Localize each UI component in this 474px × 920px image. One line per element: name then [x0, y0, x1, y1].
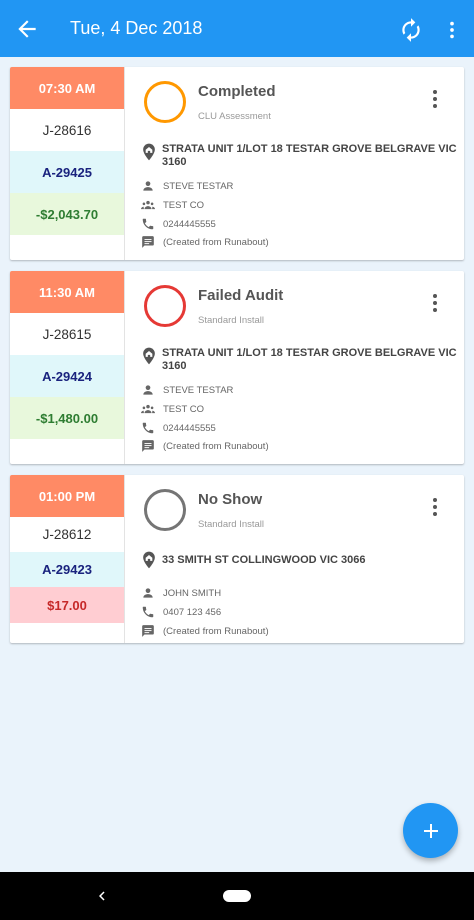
job-summary-column: 11:30 AM J-28615 A-29424 -$1,480.00: [10, 271, 125, 464]
phone-number: 0244445555: [163, 218, 216, 230]
job-card[interactable]: 01:00 PM J-28612 A-29423 $17.00 No Show …: [10, 475, 464, 643]
more-vert-icon[interactable]: [441, 17, 463, 43]
company-row: TEST CO: [141, 198, 204, 212]
phone-icon: [142, 422, 154, 434]
home-pin-icon: [143, 143, 155, 161]
home-pin-icon: [143, 551, 155, 569]
job-card[interactable]: 07:30 AM J-28616 A-29425 -$2,043.70 Comp…: [10, 67, 464, 260]
add-job-button[interactable]: [403, 803, 458, 858]
phone-icon: [142, 606, 154, 618]
job-time: 01:00 PM: [10, 475, 124, 517]
app-bar: Tue, 4 Dec 2018: [0, 0, 474, 57]
job-number: J-28612: [10, 517, 124, 552]
job-time: 07:30 AM: [10, 67, 124, 109]
phone-icon: [142, 218, 154, 230]
comment-icon: [142, 440, 154, 452]
plus-icon: [423, 823, 438, 838]
job-type: Standard Install: [198, 315, 265, 326]
job-details: Failed Audit Standard Install STRATA UNI…: [125, 271, 464, 464]
home-pill[interactable]: [223, 890, 251, 902]
refresh-icon[interactable]: [398, 17, 424, 43]
invoice-number: A-29424: [10, 355, 124, 397]
company-name: TEST CO: [163, 403, 204, 415]
status-indicator: [144, 285, 186, 327]
person-icon: [143, 181, 153, 191]
job-status: No Show: [198, 491, 263, 508]
job-number: J-28615: [10, 313, 124, 355]
job-details: Completed CLU Assessment STRATA UNIT 1/L…: [125, 67, 464, 260]
phone-number: 0407 123 456: [163, 606, 222, 618]
job-type: Standard Install: [198, 519, 265, 530]
job-summary-column: 07:30 AM J-28616 A-29425 -$2,043.70: [10, 67, 125, 260]
job-status: Failed Audit: [198, 287, 284, 304]
job-address-row: 33 SMITH ST COLLINGWOOD VIC 3066: [139, 551, 458, 570]
person-icon: [143, 385, 153, 395]
company-row: TEST CO: [141, 402, 204, 416]
contact-name: STEVE TESTAR: [163, 384, 234, 396]
system-nav-bar: [0, 872, 474, 920]
phone-row[interactable]: 0244445555: [141, 421, 216, 435]
phone-row[interactable]: 0244445555: [141, 217, 216, 231]
note-row: (Created from Runabout): [141, 624, 269, 638]
job-note: (Created from Runabout): [163, 236, 269, 248]
job-number: J-28616: [10, 109, 124, 151]
job-summary-column: 01:00 PM J-28612 A-29423 $17.00: [10, 475, 125, 643]
job-time: 11:30 AM: [10, 271, 124, 313]
contact-name: JOHN SMITH: [163, 587, 222, 599]
job-address: 33 SMITH ST COLLINGWOOD VIC 3066: [162, 554, 366, 566]
job-details: No Show Standard Install 33 SMITH ST COL…: [125, 475, 464, 643]
contact-row: STEVE TESTAR: [141, 179, 233, 193]
job-amount: -$1,480.00: [10, 397, 124, 439]
note-row: (Created from Runabout): [141, 235, 269, 249]
job-amount: $17.00: [10, 587, 124, 623]
job-address-row: STRATA UNIT 1/LOT 18 TESTAR GROVE BELGRA…: [139, 347, 458, 373]
job-address: STRATA UNIT 1/LOT 18 TESTAR GROVE BELGRA…: [162, 143, 457, 168]
job-note: (Created from Runabout): [163, 440, 269, 452]
chevron-left-icon[interactable]: [93, 887, 111, 905]
more-vert-icon[interactable]: [428, 293, 442, 313]
status-indicator: [144, 81, 186, 123]
arrow-left-icon[interactable]: [14, 16, 40, 42]
person-icon: [143, 588, 153, 598]
contact-row: JOHN SMITH: [141, 586, 221, 600]
job-address: STRATA UNIT 1/LOT 18 TESTAR GROVE BELGRA…: [162, 347, 457, 372]
note-row: (Created from Runabout): [141, 439, 269, 453]
group-icon: [141, 200, 155, 210]
status-indicator: [144, 489, 186, 531]
invoice-number: A-29425: [10, 151, 124, 193]
job-note: (Created from Runabout): [163, 625, 269, 637]
group-icon: [141, 404, 155, 414]
more-vert-icon[interactable]: [428, 497, 442, 517]
phone-row[interactable]: 0407 123 456: [141, 605, 221, 619]
job-amount: -$2,043.70: [10, 193, 124, 235]
invoice-number: A-29423: [10, 552, 124, 587]
job-address-row: STRATA UNIT 1/LOT 18 TESTAR GROVE BELGRA…: [139, 143, 458, 169]
job-list: 07:30 AM J-28616 A-29425 -$2,043.70 Comp…: [10, 67, 464, 654]
comment-icon: [142, 236, 154, 248]
company-name: TEST CO: [163, 199, 204, 211]
job-type: CLU Assessment: [198, 111, 271, 122]
job-status: Completed: [198, 83, 276, 100]
page-title: Tue, 4 Dec 2018: [70, 18, 203, 38]
more-vert-icon[interactable]: [428, 89, 442, 109]
contact-row: STEVE TESTAR: [141, 383, 233, 397]
comment-icon: [142, 625, 154, 637]
home-pin-icon: [143, 347, 155, 365]
phone-number: 0244445555: [163, 422, 216, 434]
job-card[interactable]: 11:30 AM J-28615 A-29424 -$1,480.00 Fail…: [10, 271, 464, 464]
contact-name: STEVE TESTAR: [163, 180, 234, 192]
